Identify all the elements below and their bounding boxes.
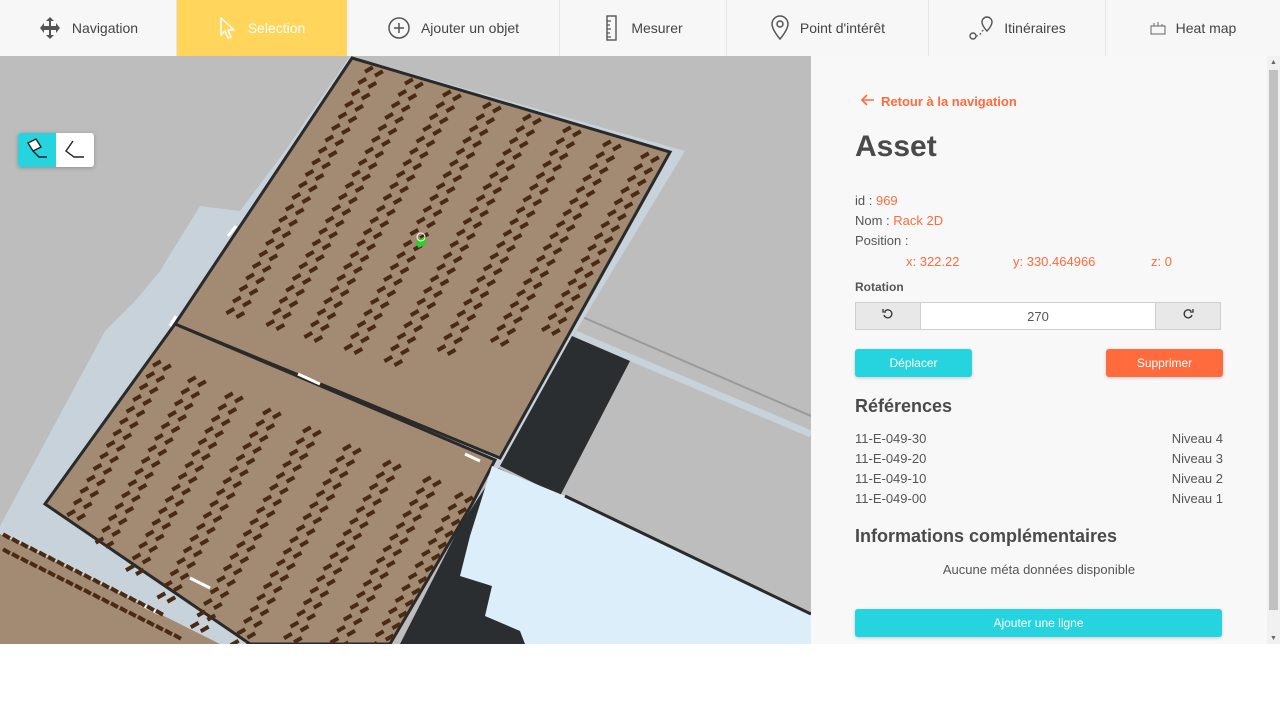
map-pin-icon xyxy=(770,15,790,41)
reference-level: Niveau 4 xyxy=(1171,431,1223,446)
reference-code: 11-E-049-10 xyxy=(855,471,927,486)
add-line-button[interactable]: Ajouter une ligne xyxy=(855,609,1222,637)
tool-measure[interactable]: Mesurer xyxy=(560,0,727,56)
extra-info-title: Informations complémentaires xyxy=(855,526,1118,546)
back-link-label: Retour à la navigation xyxy=(881,94,1017,109)
2d-view-icon xyxy=(63,137,87,164)
3d-view-icon xyxy=(25,137,49,164)
delete-button[interactable]: Supprimer xyxy=(1106,349,1223,377)
tool-label: Selection xyxy=(247,20,306,36)
reference-row: 11-E-049-00 Niveau 1 xyxy=(855,491,1223,506)
warehouse-map[interactable] xyxy=(0,56,811,644)
references-title: Références xyxy=(855,396,953,416)
rotation-label: Rotation xyxy=(855,280,904,294)
panel-scrollbar[interactable]: ▲ ▼ xyxy=(1267,56,1280,644)
name-label: Nom : xyxy=(855,213,890,228)
asset-title: Asset xyxy=(855,130,937,163)
tool-heatmap[interactable]: Heat map xyxy=(1106,0,1280,56)
reference-row: 11-E-049-10 Niveau 2 xyxy=(855,471,1223,486)
position-label: Position : xyxy=(855,233,909,248)
tool-add-object[interactable]: Ajouter un objet xyxy=(347,0,560,56)
tool-label: Navigation xyxy=(71,20,139,36)
tool-routes[interactable]: Itinéraires xyxy=(929,0,1106,56)
map-canvas[interactable] xyxy=(0,56,811,644)
rotation-input[interactable] xyxy=(920,303,1156,329)
asset-name-line: Nom : Rack 2D xyxy=(855,213,943,228)
cursor-pointer-icon xyxy=(218,16,238,40)
tool-label: Point d'intérêt xyxy=(799,20,886,36)
back-to-navigation-link[interactable]: Retour à la navigation xyxy=(860,94,1017,109)
asset-details-panel: Retour à la navigation Asset id : 969 No… xyxy=(811,56,1267,644)
plus-circle-icon xyxy=(387,16,411,40)
top-toolbar: Navigation Selection Ajouter un objet Me… xyxy=(0,0,1280,56)
position-x: x: 322.22 xyxy=(906,254,960,269)
rotation-control xyxy=(855,302,1221,330)
no-metadata-message: Aucune méta données disponible xyxy=(942,562,1136,577)
3d-view-button[interactable] xyxy=(18,133,56,167)
scrollbar-thumb[interactable] xyxy=(1269,70,1278,610)
tool-point-of-interest[interactable]: Point d'intérêt xyxy=(727,0,929,56)
move-arrows-icon xyxy=(38,16,62,40)
scroll-down-icon[interactable]: ▼ xyxy=(1267,632,1280,644)
id-label: id : xyxy=(855,193,873,208)
tool-label: Mesurer xyxy=(631,20,683,36)
reference-row: 11-E-049-30 Niveau 4 xyxy=(855,431,1223,446)
rotate-ccw-icon xyxy=(882,307,894,325)
scroll-up-icon[interactable]: ▲ xyxy=(1267,56,1280,68)
tool-navigation[interactable]: Navigation xyxy=(0,0,177,56)
rotate-right-button[interactable] xyxy=(1156,303,1220,329)
ruler-icon xyxy=(603,15,621,41)
heatmap-icon xyxy=(1150,21,1166,35)
tool-label: Ajouter un objet xyxy=(420,20,520,36)
reference-level: Niveau 3 xyxy=(1171,451,1223,466)
arrow-left-icon xyxy=(860,94,875,109)
2d-view-button[interactable] xyxy=(56,133,94,167)
tool-label: Itinéraires xyxy=(1004,20,1066,36)
id-value: 969 xyxy=(875,193,898,208)
route-icon xyxy=(968,15,994,41)
rotate-left-button[interactable] xyxy=(856,303,920,329)
tool-label: Heat map xyxy=(1175,20,1237,36)
move-button[interactable]: Déplacer xyxy=(855,349,972,377)
position-z: z: 0 xyxy=(1151,254,1172,269)
tool-selection[interactable]: Selection xyxy=(177,0,347,56)
view-mode-switch xyxy=(18,133,94,167)
reference-row: 11-E-049-20 Niveau 3 xyxy=(855,451,1223,466)
reference-level: Niveau 1 xyxy=(1171,491,1223,506)
position-y: y: 330.464966 xyxy=(1013,254,1096,269)
reference-code: 11-E-049-30 xyxy=(855,431,927,446)
rotate-cw-icon xyxy=(1182,307,1194,325)
asset-id-line: id : 969 xyxy=(855,193,898,208)
reference-code: 11-E-049-20 xyxy=(855,451,927,466)
name-value: Rack 2D xyxy=(893,213,944,228)
reference-code: 11-E-049-00 xyxy=(855,491,927,506)
reference-level: Niveau 2 xyxy=(1171,471,1223,486)
